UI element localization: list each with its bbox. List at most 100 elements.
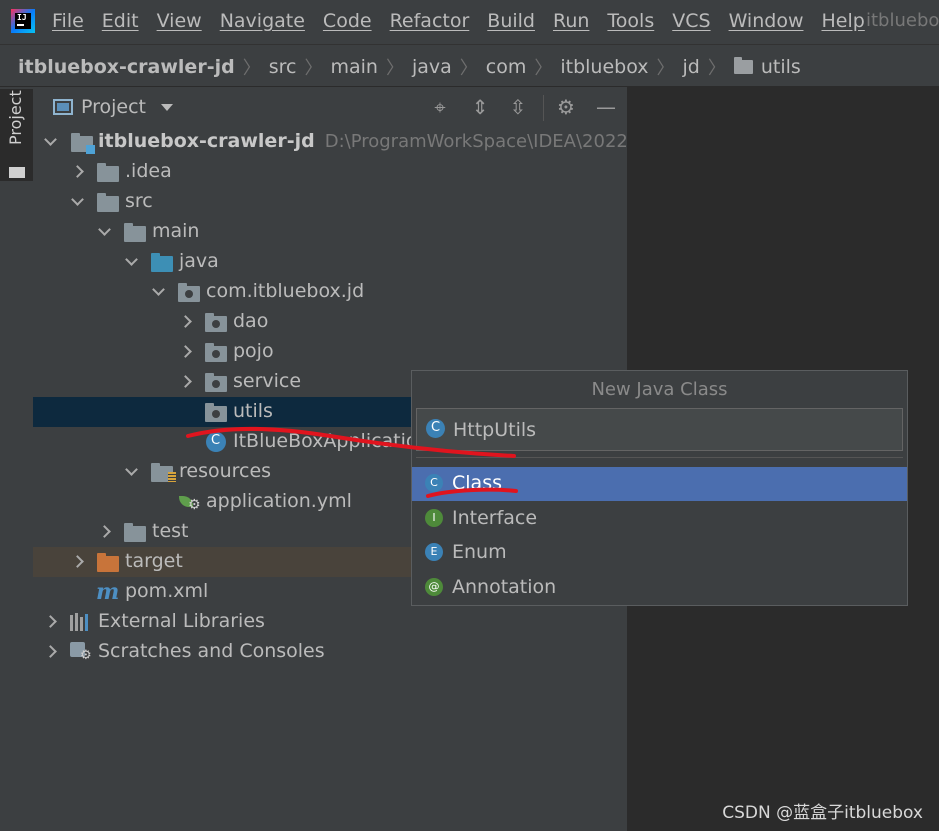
folder-icon <box>124 523 146 542</box>
breadcrumb-java[interactable]: java <box>412 56 452 78</box>
maven-icon: m <box>96 579 120 605</box>
menu-build[interactable]: Build <box>487 10 535 32</box>
kind-class-option[interactable]: C Class <box>412 467 907 501</box>
menu-refactor[interactable]: Refactor <box>390 10 470 32</box>
menu-edit[interactable]: Edit <box>102 10 139 32</box>
tree-label: src <box>125 190 153 212</box>
menu-vcs[interactable]: VCS <box>672 10 710 32</box>
tree-label: External Libraries <box>98 610 265 632</box>
breadcrumb-jd[interactable]: jd <box>683 56 700 78</box>
library-icon <box>70 613 92 631</box>
chevron-right-icon[interactable] <box>43 645 57 659</box>
tree-row-java[interactable]: java <box>33 247 627 277</box>
chevron-right-icon: 〉 <box>304 58 323 79</box>
breadcrumb-itbluebox[interactable]: itbluebox <box>560 56 648 78</box>
kind-interface-option[interactable]: I Interface <box>412 502 907 536</box>
package-icon <box>205 373 227 392</box>
gear-icon[interactable]: ⚙ <box>555 96 577 118</box>
breadcrumb-utils[interactable]: utils <box>761 56 801 78</box>
annotation-icon: @ <box>425 578 443 596</box>
tree-row-scratches[interactable]: Scratches and Consoles <box>33 637 627 667</box>
tree-label: Scratches and Consoles <box>98 640 325 662</box>
chevron-right-icon[interactable] <box>70 165 84 179</box>
kind-annotation-option[interactable]: @ Annotation <box>412 571 907 605</box>
module-folder-icon <box>71 133 95 154</box>
new-java-class-popup: New Java Class HttpUtils C Class I Inter… <box>411 370 908 606</box>
class-icon: C <box>425 474 443 492</box>
source-folder-icon <box>151 253 173 272</box>
folder-icon <box>9 167 25 178</box>
class-icon <box>426 419 445 438</box>
menu-help[interactable]: Help <box>821 10 864 32</box>
folder-icon <box>97 193 119 212</box>
enum-icon: E <box>425 543 443 561</box>
chevron-down-icon[interactable] <box>124 255 138 269</box>
chevron-down-icon[interactable] <box>43 135 57 149</box>
breadcrumb-com[interactable]: com <box>486 56 527 78</box>
folder-icon <box>97 163 119 182</box>
package-icon <box>205 313 227 332</box>
tree-row-src[interactable]: src <box>33 187 627 217</box>
chevron-down-icon[interactable] <box>151 285 165 299</box>
tree-row-project[interactable]: itbluebox-crawler-jd D:\ProgramWorkSpace\… <box>33 127 674 157</box>
spring-boot-class-icon <box>206 432 226 452</box>
package-icon <box>178 283 200 302</box>
breadcrumb-project[interactable]: itbluebox-crawler-jd <box>18 56 235 78</box>
menu-file[interactable]: File <box>52 10 84 32</box>
breadcrumb-src[interactable]: src <box>269 56 297 78</box>
project-view-icon <box>53 99 73 115</box>
tree-row-idea[interactable]: .idea <box>33 157 627 187</box>
menu-navigate[interactable]: Navigate <box>220 10 305 32</box>
chevron-down-icon[interactable] <box>97 225 111 239</box>
chevron-right-icon[interactable] <box>178 315 192 329</box>
project-panel-header: Project ⌖ ⇕ ⇳ ⚙ — <box>33 87 627 127</box>
watermark: CSDN @蓝盒子itbluebox <box>722 803 923 823</box>
chevron-right-icon[interactable] <box>70 555 84 569</box>
project-panel-title[interactable]: Project <box>81 96 146 118</box>
project-path: D:\ProgramWorkSpace\IDEA\20221117 <box>324 131 674 152</box>
menu-view[interactable]: View <box>157 10 202 32</box>
tree-row-external-libraries[interactable]: External Libraries <box>33 607 627 637</box>
tree-label: .idea <box>125 160 172 182</box>
menu-tools[interactable]: Tools <box>607 10 654 32</box>
tree-label: application.yml <box>206 490 352 512</box>
chevron-down-icon[interactable] <box>70 195 84 209</box>
kind-enum-option[interactable]: E Enum <box>412 536 907 570</box>
tree-row-package[interactable]: com.itbluebox.jd <box>33 277 627 307</box>
tree-label: service <box>233 370 302 392</box>
tree-label: pom.xml <box>125 580 209 602</box>
tree-row-pojo[interactable]: pojo <box>33 337 627 367</box>
breadcrumb: itbluebox-crawler-jd 〉 src 〉 main 〉 java… <box>0 44 939 87</box>
class-name-input[interactable]: HttpUtils <box>416 408 903 451</box>
chevron-down-icon[interactable] <box>161 104 173 111</box>
collapse-all-icon[interactable]: ⇳ <box>507 96 529 118</box>
chevron-right-icon[interactable] <box>43 615 57 629</box>
breadcrumb-main[interactable]: main <box>330 56 377 78</box>
package-icon <box>205 343 227 362</box>
menu-window[interactable]: Window <box>729 10 804 32</box>
expand-all-icon[interactable]: ⇕ <box>469 96 491 118</box>
chevron-right-icon: 〉 <box>707 58 726 79</box>
popup-divider <box>416 457 903 458</box>
locate-icon[interactable]: ⌖ <box>429 96 451 118</box>
minimize-icon[interactable]: — <box>595 96 617 118</box>
chevron-right-icon[interactable] <box>178 375 192 389</box>
chevron-right-icon[interactable] <box>97 525 111 539</box>
chevron-right-icon: 〉 <box>459 58 478 79</box>
tree-label: dao <box>233 310 269 332</box>
menu-run[interactable]: Run <box>553 10 589 32</box>
chevron-down-icon[interactable] <box>124 465 138 479</box>
project-tool-tab[interactable]: Project <box>0 89 33 181</box>
tree-label: ItBlueBoxApplication <box>233 430 430 452</box>
kind-label: Enum <box>452 541 507 563</box>
tree-row-main[interactable]: main <box>33 217 627 247</box>
popup-title: New Java Class <box>412 371 907 409</box>
tree-row-dao[interactable]: dao <box>33 307 627 337</box>
chevron-right-icon[interactable] <box>178 345 192 359</box>
project-tool-tab-label: Project <box>6 90 25 145</box>
menu-code[interactable]: Code <box>323 10 372 32</box>
kind-label: Class <box>452 472 502 494</box>
tree-label: main <box>152 220 200 242</box>
class-name-value: HttpUtils <box>453 419 537 441</box>
scratches-icon <box>70 642 92 663</box>
